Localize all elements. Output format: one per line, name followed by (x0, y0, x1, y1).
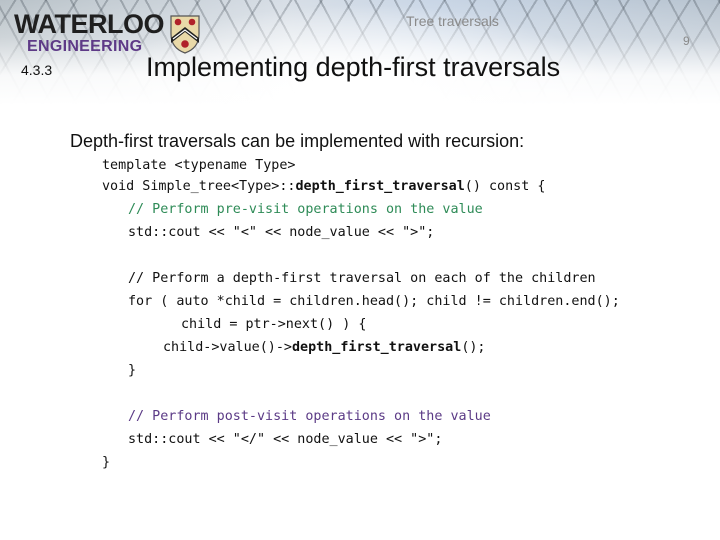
code-function-name: depth_first_traversal (292, 340, 462, 355)
code-text: () const { (464, 179, 546, 194)
code-line: void Simple_tree<Type>::depth_first_trav… (102, 179, 545, 194)
section-number: 4.3.3 (21, 62, 53, 78)
code-line: child->value()->depth_first_traversal(); (163, 340, 486, 355)
code-text: void Simple_tree<Type>:: (102, 179, 296, 194)
code-line: template <typename Type> (102, 158, 296, 173)
code-comment-post-visit: // Perform post-visit operations on the … (128, 409, 491, 424)
code-text: child->value()-> (163, 340, 292, 355)
code-text: (); (461, 340, 486, 355)
code-line: } (102, 455, 111, 470)
logo-engineering: ENGINEERING (27, 38, 143, 55)
code-line: for ( auto *child = children.head(); chi… (128, 294, 620, 309)
code-function-name: depth_first_traversal (295, 179, 465, 194)
page-number: 9 (683, 34, 690, 48)
code-line: child = ptr->next() ) { (181, 317, 367, 332)
logo-waterloo: WATERLOO (14, 9, 164, 39)
code-comment-pre-visit: // Perform pre-visit operations on the v… (128, 202, 483, 217)
code-line: } (128, 363, 137, 378)
code-block: template <typename Type> void Simple_tre… (0, 0, 620, 470)
slide-title: Implementing depth-first traversals (146, 52, 561, 82)
intro-text: Depth-first traversals can be implemente… (70, 131, 525, 151)
code-line: std::cout << "</" << node_value << ">"; (128, 432, 443, 447)
university-crest-icon (170, 15, 200, 54)
code-line: std::cout << "<" << node_value << ">"; (128, 225, 435, 240)
code-comment-children: // Perform a depth-first traversal on ea… (128, 271, 596, 286)
course-title: Tree traversals (406, 13, 499, 29)
